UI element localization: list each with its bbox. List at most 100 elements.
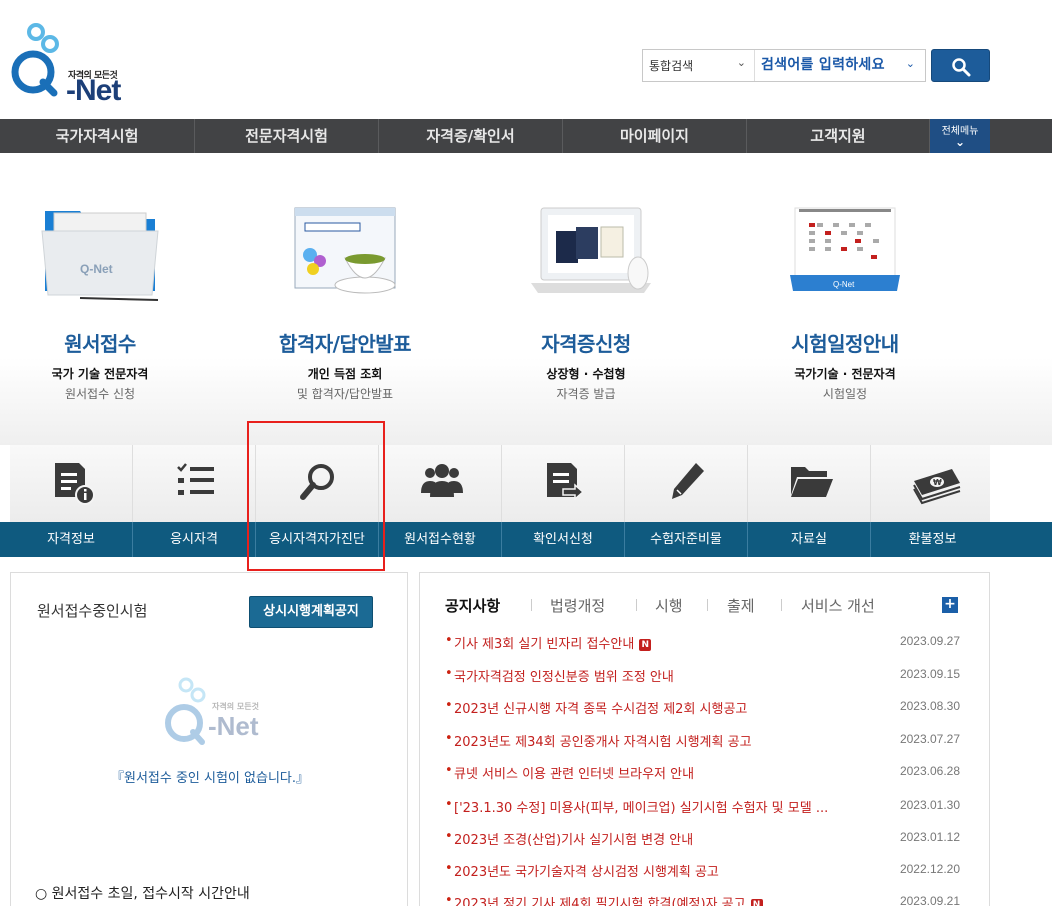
tab-divider: [707, 599, 708, 611]
nav-national-exam[interactable]: 국가자격시험: [0, 119, 195, 153]
notice-title: 큐넷 서비스 이용 관련 인터넷 브라우저 안내: [454, 767, 695, 782]
quick-label: 환불정보: [908, 532, 957, 547]
quick-menu: 자격정보 응시자격 응시자격자가진단 원서접수현황 확인서신청 수험자준비물 자…: [0, 445, 1052, 557]
notice-date: 2023.07.27: [899, 732, 960, 746]
search-button[interactable]: [931, 49, 990, 82]
new-badge: N: [750, 899, 763, 906]
hero-title: 원서접수: [64, 332, 136, 356]
notice-panel: 공지사항 법령개정 시행 출제 서비스 개선 + • 기사 제3회 실기 빈자리…: [419, 572, 990, 906]
search-scope-label: 통합검색: [649, 59, 694, 73]
empty-message: 『원서접수 중인 시험이 없습니다.』: [110, 771, 309, 786]
tab-question[interactable]: 출제: [727, 595, 755, 616]
open-application-panel: 원서접수중인시험 상시시행계획공지 자격의 모든것 -Net 『원서접수 중인 …: [10, 572, 408, 906]
hero-subtitle: 국가 기술 전문자격: [51, 367, 149, 381]
document-edit-icon: [502, 445, 625, 522]
notice-title: 2023년도 국가기술자격 상시검정 시행계획 공고: [454, 865, 719, 880]
notice-title: 기사 제3회 실기 빈자리 접수안내: [454, 637, 635, 652]
notice-date: 2023.01.12: [899, 830, 960, 844]
qnet-logo[interactable]: 자격의 모든것 -Net: [8, 20, 128, 107]
quick-label: 확인서신청: [502, 522, 625, 557]
logo-text: -Net: [66, 74, 121, 107]
hero-subtitle: 상장형 · 수첩형: [546, 367, 626, 381]
svg-text:-Net: -Net: [208, 711, 259, 741]
notice-item[interactable]: • 2023년도 국가기술자격 상시검정 시행계획 공고 2022.12.20: [445, 861, 965, 881]
more-plus-icon[interactable]: +: [942, 597, 958, 613]
notice-title: 2023년 정기 기사 제4회 필기시험 합격(예정)자 공고: [454, 897, 746, 906]
nav-certificate[interactable]: 자격증/확인서: [379, 119, 563, 153]
notice-date: 2023.09.15: [899, 667, 960, 681]
notice-item[interactable]: • 2023년 신규시행 자격 종목 수시검정 제2회 시행공고 2023.08…: [445, 698, 965, 718]
chevron-down-icon: ⌄: [954, 135, 966, 149]
quick-label: 원서접수현황: [379, 522, 502, 557]
hero-description: 자격증 발급: [556, 387, 616, 401]
notice-item[interactable]: • 국가자격검정 인정신분증 범위 조정 안내 2023.09.15: [445, 666, 965, 686]
svg-text:₩: ₩: [933, 478, 942, 487]
nav-support[interactable]: 고객지원: [747, 119, 930, 153]
hero-description: 및 합격자/답안발표: [296, 387, 394, 401]
laptop-passport-icon: [531, 207, 651, 293]
svg-text:자격의 모든것: 자격의 모든것: [212, 701, 259, 711]
qnet-homepage: 자격의 모든것 -Net 통합검색 ⌄ 검색어를 입력하세요 ⌄ 국가자격시험 …: [0, 0, 1052, 906]
notice-date: 2023.01.30: [899, 798, 960, 812]
application-time-info[interactable]: ○ 원서접수 초일, 접수시작 시간안내: [35, 883, 250, 903]
notice-item[interactable]: • 기사 제3회 실기 빈자리 접수안내 N 2023.09.27: [445, 633, 965, 653]
notice-title: 2023년 신규시행 자격 종목 수시검정 제2회 시행공고: [454, 702, 748, 717]
hero-title: 자격증신청: [541, 332, 631, 356]
chevron-down-icon[interactable]: ⌄: [906, 57, 915, 70]
notice-item[interactable]: • 2023년 정기 기사 제4회 필기시험 합격(예정)자 공고 N 2023.…: [445, 893, 965, 906]
notice-date: 2023.09.21: [899, 894, 960, 906]
folder-open-icon: [748, 445, 871, 522]
notice-title: 2023년도 제34회 공인중개사 자격시험 시행계획 공고: [454, 735, 752, 750]
tab-service-improvement[interactable]: 서비스 개선: [801, 595, 875, 616]
hero-description: 원서접수 신청: [64, 387, 136, 401]
notice-item[interactable]: • 2023년 조경(산업)기사 실기시험 변경 안내 2023.01.12: [445, 829, 965, 849]
quick-application-status[interactable]: 원서접수현황: [379, 445, 502, 557]
hero-section: Q-Net 원서접수 국가 기술 전문자격 원서접수 신청 합격자/답안발표 개…: [0, 153, 1052, 445]
main-navigation: 국가자격시험 전문자격시험 자격증/확인서 마이페이지 고객지원 전체메뉴 ⌄: [0, 119, 1052, 153]
notice-title: ['23.1.30 수정] 미용사(피부, 메이크업) 실기시험 수험자 및 모…: [454, 801, 829, 816]
document-info-icon: [10, 445, 133, 522]
quick-archive[interactable]: 자료실: [748, 445, 871, 557]
search-input[interactable]: 검색어를 입력하세요: [761, 54, 885, 74]
hero-subtitle: 개인 득점 조회: [307, 367, 383, 381]
checklist-icon: [133, 445, 256, 522]
highlight-box: [247, 421, 385, 571]
calendar-icon: Q-Net: [790, 207, 900, 291]
new-badge: N: [639, 639, 652, 651]
browser-teacup-icon: [294, 207, 396, 294]
panel-title: 원서접수중인시험: [37, 602, 148, 620]
tab-law-revision[interactable]: 법령개정: [550, 595, 605, 616]
quick-exam-supplies[interactable]: 수험자준비물: [625, 445, 748, 557]
nav-mypage[interactable]: 마이페이지: [563, 119, 747, 153]
notice-item[interactable]: • ['23.1.30 수정] 미용사(피부, 메이크업) 실기시험 수험자 및…: [445, 797, 965, 817]
all-menu-button[interactable]: 전체메뉴 ⌄: [930, 119, 990, 153]
svg-text:Q-Net: Q-Net: [833, 280, 855, 289]
hero-title: 시험일정안내: [791, 332, 899, 356]
tab-implementation[interactable]: 시행: [655, 595, 683, 616]
money-stack-icon: ₩: [871, 445, 994, 522]
hero-title: 합격자/답안발표: [278, 332, 412, 356]
notice-title: 2023년 조경(산업)기사 실기시험 변경 안내: [454, 833, 694, 848]
search-scope-select[interactable]: 통합검색 ⌄: [643, 50, 755, 81]
chevron-down-icon: ⌄: [736, 56, 746, 69]
quick-refund-info[interactable]: ₩ 환불정보: [871, 445, 994, 557]
quick-label: 응시자격: [133, 522, 256, 557]
quick-qualification-info[interactable]: 자격정보: [10, 445, 133, 557]
tab-divider: [531, 599, 532, 611]
quick-label: 수험자준비물: [625, 522, 748, 557]
quick-eligibility[interactable]: 응시자격: [133, 445, 256, 557]
tab-divider: [781, 599, 782, 611]
notice-title: 국가자격검정 인정신분증 범위 조정 안내: [454, 670, 674, 685]
notice-date: 2023.06.28: [899, 764, 960, 778]
notice-date: 2023.08.30: [899, 699, 960, 713]
tab-notice[interactable]: 공지사항: [445, 595, 500, 616]
notice-date: 2022.12.20: [899, 862, 960, 876]
regular-exam-notice-button[interactable]: 상시시행계획공지: [249, 596, 373, 628]
notice-item[interactable]: • 큐넷 서비스 이용 관련 인터넷 브라우저 안내 2023.06.28: [445, 763, 965, 783]
users-group-icon: [379, 445, 502, 522]
search-icon: [952, 58, 971, 77]
nav-professional-exam[interactable]: 전문자격시험: [195, 119, 379, 153]
quick-confirmation-request[interactable]: 확인서신청: [502, 445, 625, 557]
notice-date: 2023.09.27: [899, 634, 960, 648]
notice-item[interactable]: • 2023년도 제34회 공인중개사 자격시험 시행계획 공고 2023.07…: [445, 731, 965, 751]
